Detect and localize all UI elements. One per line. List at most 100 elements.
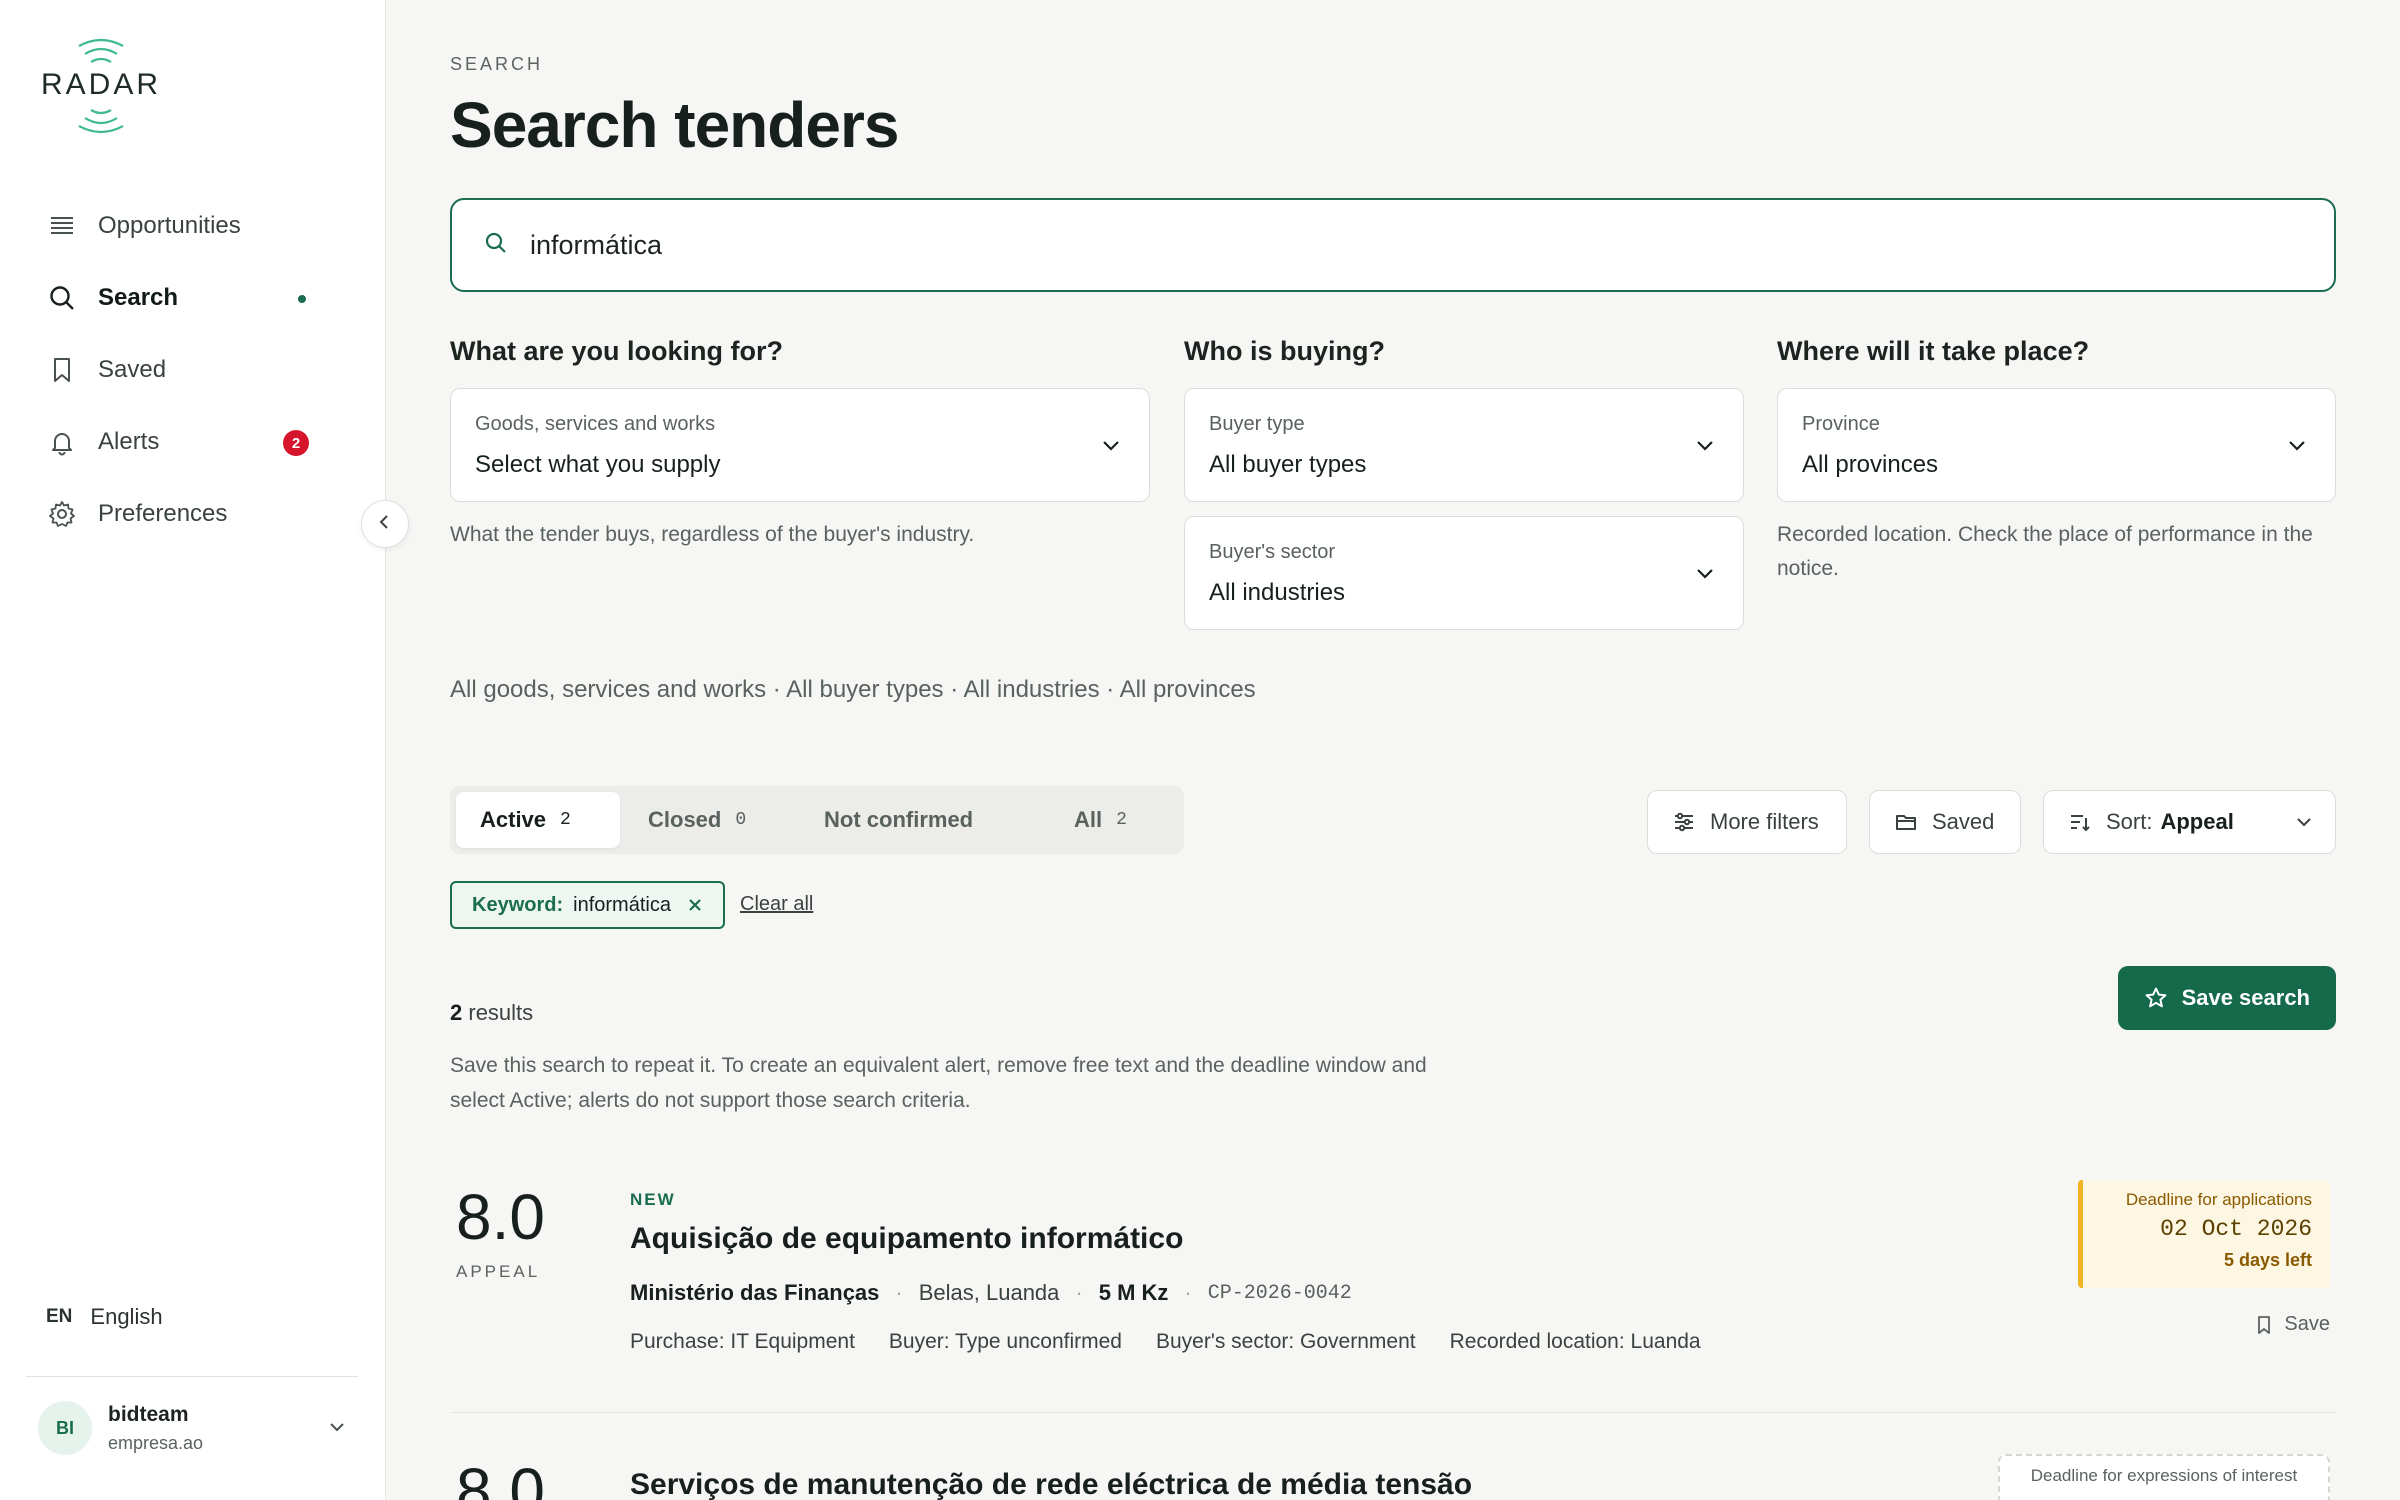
deadline-date: 02 Oct 2026 [2160,1216,2312,1242]
save-search-button[interactable]: Save search [2117,966,2336,1030]
tab-label: Active [480,807,547,832]
chevron-down-icon [2285,433,2309,462]
appeal-label: APPEAL [456,1262,541,1281]
radar-logo[interactable]: RADAR [36,34,166,138]
alerts-count-badge: 2 [283,430,309,456]
new-badge: NEW [630,1190,676,1209]
sidebar-item-label: Search [98,284,179,311]
star-icon [2144,986,2168,1010]
sort-label: Sort: [2106,809,2153,834]
tab-count: 0 [735,810,747,830]
save-search-label: Save search [2181,985,2310,1010]
sort-select[interactable]: Sort: Appeal [2043,790,2336,854]
user-org: empresa.ao [108,1432,204,1453]
clear-all-link[interactable]: Clear all [740,893,813,916]
sidebar-item-preferences[interactable]: Preferences [46,478,346,550]
goods-services-dropdown[interactable]: Goods, services and works Select what yo… [450,388,1150,502]
chevron-down-icon [326,1416,348,1443]
active-indicator-dot [298,295,306,303]
separator-dot: · [1184,1280,1192,1305]
chevron-down-icon [1693,433,1717,462]
save-result-button[interactable]: Save [2254,1313,2330,1336]
result-value: 5 M Kz [1098,1280,1169,1305]
remove-chip-icon[interactable] [687,897,703,913]
deadline-box: Deadline for applications 02 Oct 2026 5 … [2078,1180,2330,1288]
result-title[interactable]: Aquisição de equipamento informático [630,1222,1183,1256]
sidebar-item-label: Saved [98,356,167,383]
filter-group-title-who: Who is buying? [1184,336,1385,366]
result-tags: Purchase: IT Equipment Buyer: Type uncon… [630,1330,1735,1354]
status-tabs: Active 2 Closed 0 Not confirmed All 2 [450,786,1184,854]
sliders-icon [1672,810,1696,834]
chevron-down-icon [1099,433,1123,462]
tab-label: Not confirmed [824,807,974,832]
filter-group-title-where: Where will it take place? [1777,336,2090,366]
filter-help-what: What the tender buys, regardless of the … [450,523,975,546]
search-icon [46,282,78,314]
sidebar-item-label: Opportunities [98,212,241,239]
separator-dot: · [895,1280,903,1305]
chevron-down-icon [1693,561,1717,590]
chevron-down-icon [2293,811,2315,839]
keyword-filter-chip: Keyword: informática [450,881,725,929]
sidebar-item-opportunities[interactable]: Opportunities [46,190,346,262]
language-label: English [90,1304,163,1329]
folder-icon [1894,810,1918,834]
collapse-sidebar-button[interactable] [361,500,409,548]
results-number: 2 [450,1000,463,1025]
result-card[interactable]: 8.0 APPEAL NEW Aquisição de equipamento … [450,1180,2336,1380]
dropdown-label: Province [1802,413,1880,435]
gear-icon [46,498,78,530]
deadline-label: Deadline for applications [2125,1190,2312,1209]
sidebar-item-label: Preferences [98,500,228,527]
appeal-score: 8.0 [456,1181,545,1253]
bell-icon [46,426,78,458]
chip-value: informática [573,893,671,916]
main-nav: Opportunities Search Saved Alerts 2 Pref… [46,190,346,550]
deadline-box: Deadline for expressions of interest [1998,1454,2330,1500]
dropdown-label: Goods, services and works [475,413,716,435]
result-location: Belas, Luanda [918,1280,1060,1305]
search-field[interactable] [450,198,2336,292]
language-switcher[interactable]: EN English [46,1304,163,1330]
page-eyebrow: SEARCH [450,54,544,74]
avatar: BI [38,1401,92,1455]
brand-name: RADAR [40,68,161,101]
chevron-left-icon [375,512,395,537]
more-filters-button[interactable]: More filters [1647,790,1847,854]
separator-dot: · [1075,1280,1083,1305]
result-buyer: Ministério das Finanças [630,1280,880,1305]
tab-not-confirmed[interactable]: Not confirmed [800,792,1030,848]
user-menu[interactable]: BI bidteam empresa.ao [38,1396,348,1460]
buyer-sector-dropdown[interactable]: Buyer's sector All industries [1184,516,1744,630]
chip-key: Keyword: [472,893,564,916]
sort-value: Appeal [2160,809,2234,834]
result-tag: Buyer's sector: Government [1155,1330,1416,1353]
result-reference: CP-2026-0042 [1207,1281,1352,1305]
tab-label: All [1074,807,1103,832]
dropdown-value: Select what you supply [475,451,721,478]
province-dropdown[interactable]: Province All provinces [1777,388,2336,502]
tab-all[interactable]: All 2 [1050,792,1170,848]
results-suffix: results [462,1000,534,1025]
tab-active[interactable]: Active 2 [456,792,620,848]
more-filters-label: More filters [1710,809,1819,834]
search-input[interactable] [530,229,2230,261]
tab-count: 2 [560,810,571,830]
divider [450,1412,2336,1413]
sidebar-item-saved[interactable]: Saved [46,334,346,406]
tab-closed[interactable]: Closed 0 [624,792,784,848]
result-title[interactable]: Serviços de manutenção de rede eléctrica… [630,1468,1472,1500]
appeal-score: 8.0 [456,1455,545,1500]
result-card[interactable]: 8.0 Serviços de manutenção de rede eléct… [450,1454,2336,1500]
sidebar-item-alerts[interactable]: Alerts 2 [46,406,346,478]
result-tag: Purchase: IT Equipment [630,1330,855,1353]
days-left: 5 days left [2223,1250,2312,1270]
dropdown-label: Buyer's sector [1209,541,1336,563]
saved-searches-button[interactable]: Saved [1869,790,2021,854]
sidebar-item-search[interactable]: Search [46,262,346,334]
buyer-type-dropdown[interactable]: Buyer type All buyer types [1184,388,1744,502]
dropdown-value: All buyer types [1209,451,1367,478]
divider [26,1376,358,1377]
dropdown-value: All industries [1209,579,1346,606]
